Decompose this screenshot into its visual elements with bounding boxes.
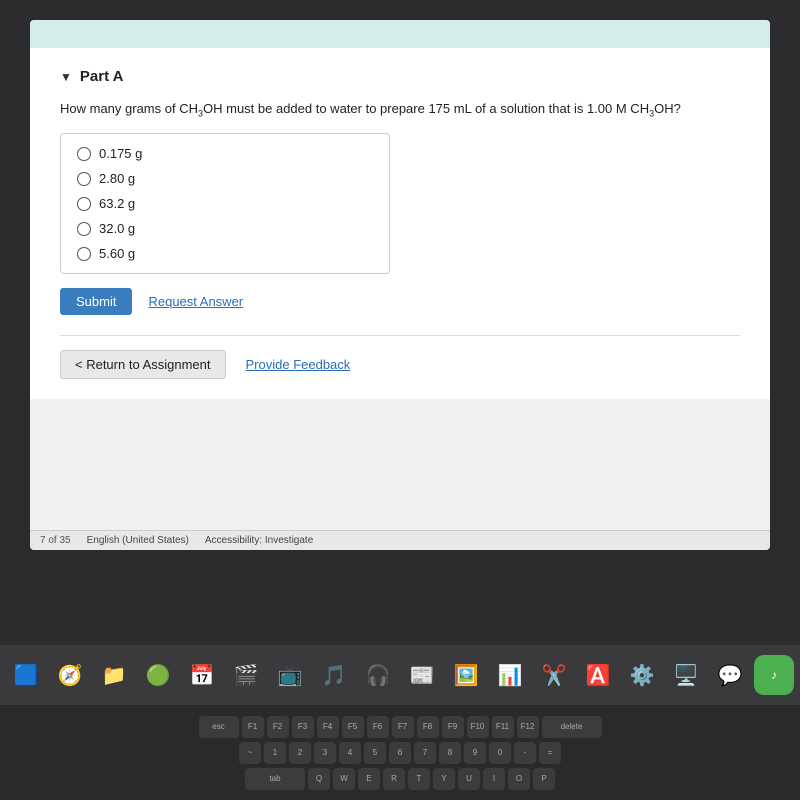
key-8[interactable]: 8 — [439, 742, 461, 764]
request-answer-link[interactable]: Request Answer — [148, 294, 243, 309]
key-f6[interactable]: F6 — [367, 716, 389, 738]
page-indicator: 7 of 35 — [40, 535, 71, 546]
key-7[interactable]: 7 — [414, 742, 436, 764]
qwerty-row: tab Q W E R T Y U I O P — [245, 768, 555, 790]
dock-icon-calendar[interactable]: 📅 — [182, 655, 222, 695]
top-bar — [30, 20, 770, 48]
language-indicator: English (United States) — [87, 535, 189, 546]
key-u[interactable]: U — [458, 768, 480, 790]
key-f9[interactable]: F9 — [442, 716, 464, 738]
radio-circle-2 — [77, 172, 91, 186]
key-f11[interactable]: F11 — [492, 716, 514, 738]
key-5[interactable]: 5 — [364, 742, 386, 764]
divider — [60, 335, 740, 336]
dock-icon-tv[interactable]: 📺 — [270, 655, 310, 695]
status-bar: 7 of 35 English (United States) Accessib… — [30, 530, 770, 550]
dock-icon-finder[interactable]: 📁 — [94, 655, 134, 695]
key-esc[interactable]: esc — [199, 716, 239, 738]
provide-feedback-link[interactable]: Provide Feedback — [246, 357, 351, 372]
accessibility-indicator: Accessibility: Investigate — [205, 535, 313, 546]
key-3[interactable]: 3 — [314, 742, 336, 764]
key-4[interactable]: 4 — [339, 742, 361, 764]
dock-icon-appstore[interactable]: 🅰️ — [578, 655, 618, 695]
key-tab[interactable]: tab — [245, 768, 305, 790]
radio-circle-3 — [77, 197, 91, 211]
key-f10[interactable]: F10 — [467, 716, 489, 738]
function-key-row: esc F1 F2 F3 F4 F5 F6 F7 F8 F9 F10 F11 F… — [199, 716, 602, 738]
dock-icon-quicktime[interactable]: 🎬 — [226, 655, 266, 695]
laptop-body: ▼ Part A How many grams of CH3OH must be… — [0, 0, 800, 800]
key-f2[interactable]: F2 — [267, 716, 289, 738]
dock-icon-settings[interactable]: ⚙️ — [622, 655, 662, 695]
radio-circle-1 — [77, 147, 91, 161]
key-q[interactable]: Q — [308, 768, 330, 790]
key-minus[interactable]: - — [514, 742, 536, 764]
dock-icon-messages[interactable]: 💬 — [710, 655, 750, 695]
dock-icon-numbers[interactable]: 📊 — [490, 655, 530, 695]
option-2[interactable]: 2.80 g — [77, 171, 373, 186]
dock-icon-photos[interactable]: 🖼️ — [446, 655, 486, 695]
option-1[interactable]: 0.175 g — [77, 146, 373, 161]
key-9[interactable]: 9 — [464, 742, 486, 764]
option-4-label: 32.0 g — [99, 221, 135, 236]
key-p[interactable]: P — [533, 768, 555, 790]
dock-icon-launchpad[interactable]: 🟦 — [6, 655, 46, 695]
key-delete[interactable]: delete — [542, 716, 602, 738]
dock-icon-snip[interactable]: ✂️ — [534, 655, 574, 695]
option-2-label: 2.80 g — [99, 171, 135, 186]
key-r[interactable]: R — [383, 768, 405, 790]
number-key-row: ~ 1 2 3 4 5 6 7 8 9 0 - = — [239, 742, 561, 764]
key-f7[interactable]: F7 — [392, 716, 414, 738]
submit-button[interactable]: Submit — [60, 288, 132, 315]
answer-choices-box: 0.175 g 2.80 g 63.2 g 32.0 g 5.60 g — [60, 133, 390, 274]
key-f5[interactable]: F5 — [342, 716, 364, 738]
option-5-label: 5.60 g — [99, 246, 135, 261]
option-3-label: 63.2 g — [99, 196, 135, 211]
key-e[interactable]: E — [358, 768, 380, 790]
key-1[interactable]: 1 — [264, 742, 286, 764]
dock-icon-music[interactable]: 🎵 — [314, 655, 354, 695]
key-w[interactable]: W — [333, 768, 355, 790]
key-f1[interactable]: F1 — [242, 716, 264, 738]
key-6[interactable]: 6 — [389, 742, 411, 764]
dock-icon-facetime[interactable]: 🟢 — [138, 655, 178, 695]
key-f12[interactable]: F12 — [517, 716, 539, 738]
content-area: ▼ Part A How many grams of CH3OH must be… — [30, 48, 770, 399]
dock-icon-news[interactable]: 📰 — [402, 655, 442, 695]
key-2[interactable]: 2 — [289, 742, 311, 764]
key-tilde[interactable]: ~ — [239, 742, 261, 764]
option-4[interactable]: 32.0 g — [77, 221, 373, 236]
keyboard: esc F1 F2 F3 F4 F5 F6 F7 F8 F9 F10 F11 F… — [0, 705, 800, 800]
collapse-arrow-icon[interactable]: ▼ — [60, 70, 72, 84]
return-to-assignment-button[interactable]: < Return to Assignment — [60, 350, 226, 379]
radio-circle-4 — [77, 222, 91, 236]
key-i[interactable]: I — [483, 768, 505, 790]
dock-icon-spotify[interactable]: ♪ — [754, 655, 794, 695]
laptop-screen: ▼ Part A How many grams of CH3OH must be… — [30, 20, 770, 550]
option-5[interactable]: 5.60 g — [77, 246, 373, 261]
key-f4[interactable]: F4 — [317, 716, 339, 738]
key-t[interactable]: T — [408, 768, 430, 790]
key-f8[interactable]: F8 — [417, 716, 439, 738]
option-1-label: 0.175 g — [99, 146, 142, 161]
dock-icon-podcasts[interactable]: 🎧 — [358, 655, 398, 695]
radio-circle-5 — [77, 247, 91, 261]
question-text: How many grams of CH3OH must be added to… — [60, 99, 740, 121]
key-equals[interactable]: = — [539, 742, 561, 764]
key-f3[interactable]: F3 — [292, 716, 314, 738]
dock-icon-display[interactable]: 🖥️ — [666, 655, 706, 695]
part-title: Part A — [80, 68, 124, 85]
key-0[interactable]: 0 — [489, 742, 511, 764]
key-o[interactable]: O — [508, 768, 530, 790]
option-3[interactable]: 63.2 g — [77, 196, 373, 211]
dock-icon-safari[interactable]: 🧭 — [50, 655, 90, 695]
dock: 🟦 🧭 📁 🟢 📅 🎬 📺 🎵 🎧 📰 🖼️ 📊 ✂️ 🅰️ ⚙️ 🖥️ 💬 ♪ — [0, 645, 800, 705]
key-y[interactable]: Y — [433, 768, 455, 790]
part-header: ▼ Part A — [60, 68, 740, 85]
bottom-nav: < Return to Assignment Provide Feedback — [60, 350, 740, 379]
action-row: Submit Request Answer — [60, 288, 740, 315]
